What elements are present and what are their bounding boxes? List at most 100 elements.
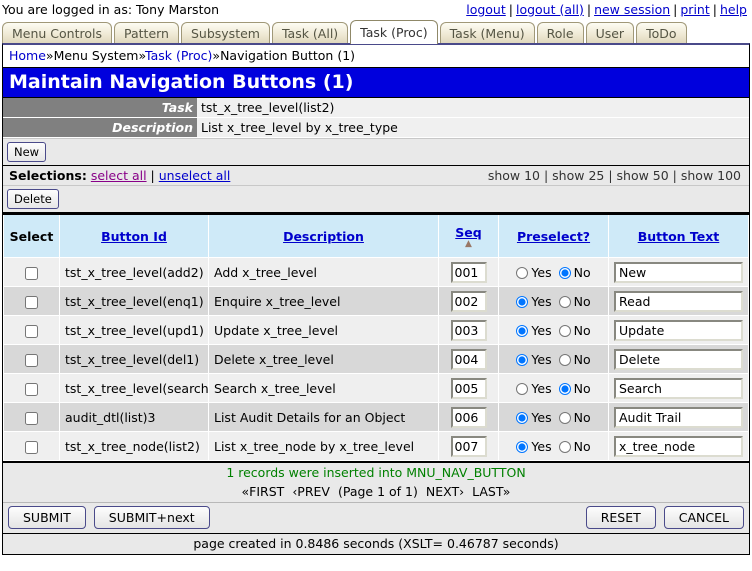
- seq-input[interactable]: [451, 378, 487, 399]
- submit-button[interactable]: SUBMIT: [8, 506, 86, 529]
- submit-next-button[interactable]: SUBMIT+next: [94, 506, 210, 529]
- col-header-button-text-link[interactable]: Button Text: [638, 229, 720, 244]
- seq-input[interactable]: [451, 436, 487, 457]
- preselect-option-no[interactable]: No: [559, 294, 591, 309]
- row-select-checkbox[interactable]: [25, 325, 38, 338]
- row-select-checkbox[interactable]: [25, 354, 38, 367]
- print-link[interactable]: print: [680, 2, 709, 17]
- preselect-option-no[interactable]: No: [559, 265, 591, 280]
- preselect-radio-yes[interactable]: [516, 354, 528, 366]
- preselect-option-yes[interactable]: Yes: [516, 265, 551, 280]
- seq-input[interactable]: [451, 407, 487, 428]
- seq-input[interactable]: [451, 262, 487, 283]
- unselect-all-link[interactable]: unselect all: [159, 168, 231, 183]
- preselect-radio-yes[interactable]: [516, 383, 528, 395]
- seq-input[interactable]: [451, 320, 487, 341]
- row-select-checkbox[interactable]: [25, 412, 38, 425]
- reset-button[interactable]: RESET: [586, 506, 656, 529]
- seq-input[interactable]: [451, 349, 487, 370]
- preselect-radio-no[interactable]: [559, 441, 571, 453]
- button-text-input[interactable]: [614, 407, 743, 428]
- pagination-first[interactable]: «FIRST: [242, 484, 285, 499]
- col-header-seq-link[interactable]: Seq: [455, 225, 481, 240]
- tab-task-all[interactable]: Task (All): [272, 22, 348, 44]
- pagination-next[interactable]: NEXT›: [426, 484, 464, 499]
- col-header-button-id-link[interactable]: Button Id: [101, 229, 167, 244]
- preselect-radio-no[interactable]: [559, 354, 571, 366]
- table-header-row: Select Button Id Description Seq ▲ Prese…: [4, 214, 749, 258]
- preselect-radio-no[interactable]: [559, 412, 571, 424]
- preselect-radio-yes[interactable]: [516, 325, 528, 337]
- button-text-input[interactable]: [614, 291, 743, 312]
- preselect-option-yes[interactable]: Yes: [516, 381, 551, 396]
- breadcrumb-sep-3: »: [212, 48, 220, 63]
- tab-menu-controls[interactable]: Menu Controls: [2, 22, 112, 44]
- col-header-description[interactable]: Description: [209, 214, 439, 258]
- preselect-radio-no[interactable]: [559, 383, 571, 395]
- preselect-radio-group: Yes No: [516, 410, 590, 425]
- preselect-option-no[interactable]: No: [559, 410, 591, 425]
- button-text-input[interactable]: [614, 320, 743, 341]
- tab-user[interactable]: User: [586, 22, 635, 44]
- preselect-option-no[interactable]: No: [559, 439, 591, 454]
- pagination-last[interactable]: LAST»: [472, 484, 510, 499]
- preselect-radio-no[interactable]: [559, 325, 571, 337]
- action-buttons-left: SUBMIT SUBMIT+next: [8, 506, 210, 529]
- cell-seq: [439, 403, 499, 432]
- preselect-option-yes[interactable]: Yes: [516, 410, 551, 425]
- tab-pattern[interactable]: Pattern: [114, 22, 179, 44]
- link-separator-1: |: [509, 2, 513, 17]
- cell-seq: [439, 258, 499, 287]
- preselect-radio-no[interactable]: [559, 296, 571, 308]
- preselect-radio-yes[interactable]: [516, 441, 528, 453]
- cell-seq: [439, 345, 499, 374]
- logout-link[interactable]: logout: [466, 2, 506, 17]
- preselect-radio-yes[interactable]: [516, 267, 528, 279]
- preselect-option-no[interactable]: No: [559, 352, 591, 367]
- preselect-option-no[interactable]: No: [559, 323, 591, 338]
- cell-seq: [439, 316, 499, 345]
- col-header-seq[interactable]: Seq ▲: [439, 214, 499, 258]
- col-header-description-link[interactable]: Description: [283, 229, 364, 244]
- preselect-radio-yes[interactable]: [516, 296, 528, 308]
- preselect-label-no: No: [574, 410, 591, 425]
- preselect-label-no: No: [574, 439, 591, 454]
- button-text-input[interactable]: [614, 436, 743, 457]
- col-header-button-id[interactable]: Button Id: [60, 214, 209, 258]
- tab-role[interactable]: Role: [537, 22, 584, 44]
- button-text-input[interactable]: [614, 349, 743, 370]
- pagination-prev[interactable]: ‹PREV: [292, 484, 330, 499]
- row-select-checkbox[interactable]: [25, 267, 38, 280]
- preselect-option-no[interactable]: No: [559, 381, 591, 396]
- help-link[interactable]: help: [720, 2, 747, 17]
- breadcrumb-home[interactable]: Home: [9, 48, 46, 63]
- breadcrumb-task-proc[interactable]: Task (Proc): [145, 48, 212, 63]
- col-header-preselect-link[interactable]: Preselect?: [517, 229, 590, 244]
- row-select-checkbox[interactable]: [25, 441, 38, 454]
- tab-todo[interactable]: ToDo: [636, 22, 686, 44]
- col-header-button-text[interactable]: Button Text: [609, 214, 749, 258]
- tab-subsystem[interactable]: Subsystem: [181, 22, 270, 44]
- preselect-option-yes[interactable]: Yes: [516, 294, 551, 309]
- tab-task-menu[interactable]: Task (Menu): [440, 22, 535, 44]
- row-select-checkbox[interactable]: [25, 383, 38, 396]
- preselect-option-yes[interactable]: Yes: [516, 352, 551, 367]
- seq-input[interactable]: [451, 291, 487, 312]
- new-session-link[interactable]: new session: [594, 2, 670, 17]
- cancel-button[interactable]: CANCEL: [664, 506, 744, 529]
- tab-task-proc[interactable]: Task (Proc): [350, 20, 437, 44]
- logout-all-link[interactable]: logout (all): [516, 2, 584, 17]
- button-text-input[interactable]: [614, 378, 743, 399]
- preselect-option-yes[interactable]: Yes: [516, 439, 551, 454]
- preselect-label-no: No: [574, 294, 591, 309]
- show-count-links[interactable]: show 10 | show 25 | show 50 | show 100: [488, 168, 743, 183]
- col-header-preselect[interactable]: Preselect?: [499, 214, 609, 258]
- button-text-input[interactable]: [614, 262, 743, 283]
- preselect-option-yes[interactable]: Yes: [516, 323, 551, 338]
- new-button[interactable]: New: [7, 142, 46, 162]
- select-all-link[interactable]: select all: [91, 168, 147, 183]
- preselect-radio-no[interactable]: [559, 267, 571, 279]
- delete-button[interactable]: Delete: [7, 189, 59, 209]
- row-select-checkbox[interactable]: [25, 296, 38, 309]
- preselect-radio-yes[interactable]: [516, 412, 528, 424]
